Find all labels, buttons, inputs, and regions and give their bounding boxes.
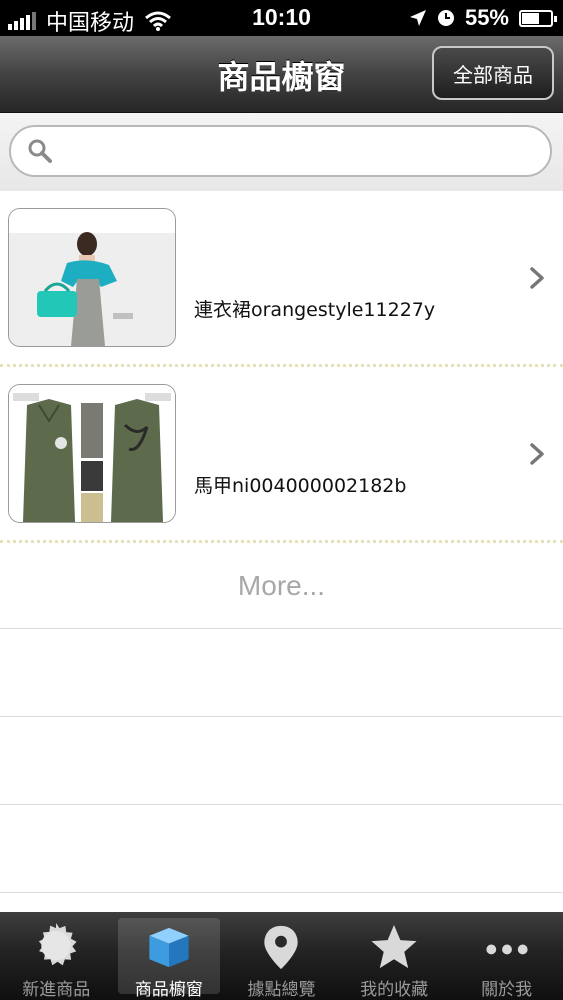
- tab-label: 我的收藏: [360, 980, 429, 1000]
- chevron-right-icon: [530, 267, 544, 289]
- chevron-right-icon: [530, 443, 544, 465]
- tab-label: 商品櫥窗: [134, 980, 203, 1000]
- product-thumbnail: [8, 208, 176, 347]
- tab-bar: 新進商品 商品櫥窗 據點總覽 我的收藏 關於我: [0, 912, 563, 1000]
- tab-label: 新進商品: [22, 980, 91, 1000]
- battery-percent: 55%: [464, 5, 509, 30]
- empty-row: [0, 805, 563, 893]
- tab-product-showcase[interactable]: 商品櫥窗: [113, 912, 226, 1000]
- product-list: 連衣裙orangestyle11227y 馬甲ni004000002182b M…: [0, 191, 563, 893]
- more-button[interactable]: More...: [0, 543, 563, 629]
- all-products-button[interactable]: 全部商品: [432, 46, 554, 100]
- tab-label: 關於我: [481, 980, 533, 1000]
- navigation-bar: 商品櫥窗 全部商品: [0, 36, 563, 113]
- tab-new-products[interactable]: 新進商品: [0, 912, 113, 1000]
- search-box[interactable]: [9, 125, 552, 177]
- product-name: 連衣裙orangestyle11227y: [194, 299, 436, 321]
- star-icon: [371, 924, 417, 969]
- tab-locations[interactable]: 據點總覽: [225, 912, 338, 1000]
- more-dots-icon: [486, 944, 528, 955]
- empty-row: [0, 717, 563, 805]
- search-bar: [0, 113, 563, 191]
- tab-about-me[interactable]: 關於我: [450, 912, 563, 1000]
- box-icon: [149, 927, 189, 968]
- location-arrow-icon: [409, 10, 426, 26]
- battery-icon: [519, 9, 557, 27]
- list-item[interactable]: 馬甲ni004000002182b: [0, 367, 563, 543]
- empty-row: [0, 629, 563, 717]
- status-bar: 中国移动 10:10 55%: [0, 0, 563, 36]
- search-icon: [28, 139, 52, 163]
- product-thumbnail: [8, 384, 176, 523]
- search-input[interactable]: [67, 135, 541, 169]
- badge-icon: [39, 922, 77, 966]
- alarm-clock-icon: [437, 10, 454, 26]
- tab-label: 據點總覽: [247, 980, 316, 1000]
- list-item[interactable]: 連衣裙orangestyle11227y: [0, 191, 563, 367]
- tab-favorites[interactable]: 我的收藏: [338, 912, 451, 1000]
- map-pin-icon: [264, 925, 299, 970]
- product-name: 馬甲ni004000002182b: [194, 475, 407, 497]
